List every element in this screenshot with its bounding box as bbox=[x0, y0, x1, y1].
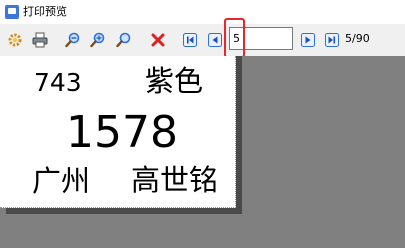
page-setup-button[interactable] bbox=[5, 30, 25, 50]
gear-icon bbox=[7, 32, 23, 48]
print-button[interactable] bbox=[30, 30, 50, 50]
label-color: 紫色 bbox=[145, 64, 204, 98]
zoom-out-button[interactable] bbox=[63, 30, 83, 50]
label-city: 广州 bbox=[32, 164, 91, 198]
first-page-icon bbox=[182, 32, 198, 48]
title-bar: 打印预览 bbox=[0, 0, 405, 24]
page-count: 5/90 bbox=[345, 32, 370, 45]
prev-page-button[interactable] bbox=[205, 30, 225, 50]
window-title: 打印预览 bbox=[23, 5, 67, 18]
zoom-in-button[interactable] bbox=[88, 30, 108, 50]
close-icon bbox=[150, 32, 166, 48]
last-page-icon bbox=[324, 32, 340, 48]
app-icon bbox=[5, 5, 19, 19]
magnifier-icon bbox=[116, 32, 132, 48]
label-code: 743 bbox=[34, 68, 82, 97]
page-number-input[interactable] bbox=[229, 27, 293, 50]
label-name: 高世铭 bbox=[131, 163, 219, 197]
prev-page-icon bbox=[207, 32, 223, 48]
last-page-button[interactable] bbox=[322, 30, 342, 50]
close-button[interactable] bbox=[148, 30, 168, 50]
zoom-out-icon bbox=[65, 32, 81, 48]
first-page-button[interactable] bbox=[180, 30, 200, 50]
zoom-fit-button[interactable] bbox=[114, 30, 134, 50]
next-page-button[interactable] bbox=[298, 30, 318, 50]
label-number: 1578 bbox=[66, 107, 178, 158]
zoom-in-icon bbox=[90, 32, 106, 48]
printer-icon bbox=[32, 32, 48, 48]
next-page-icon bbox=[300, 32, 316, 48]
